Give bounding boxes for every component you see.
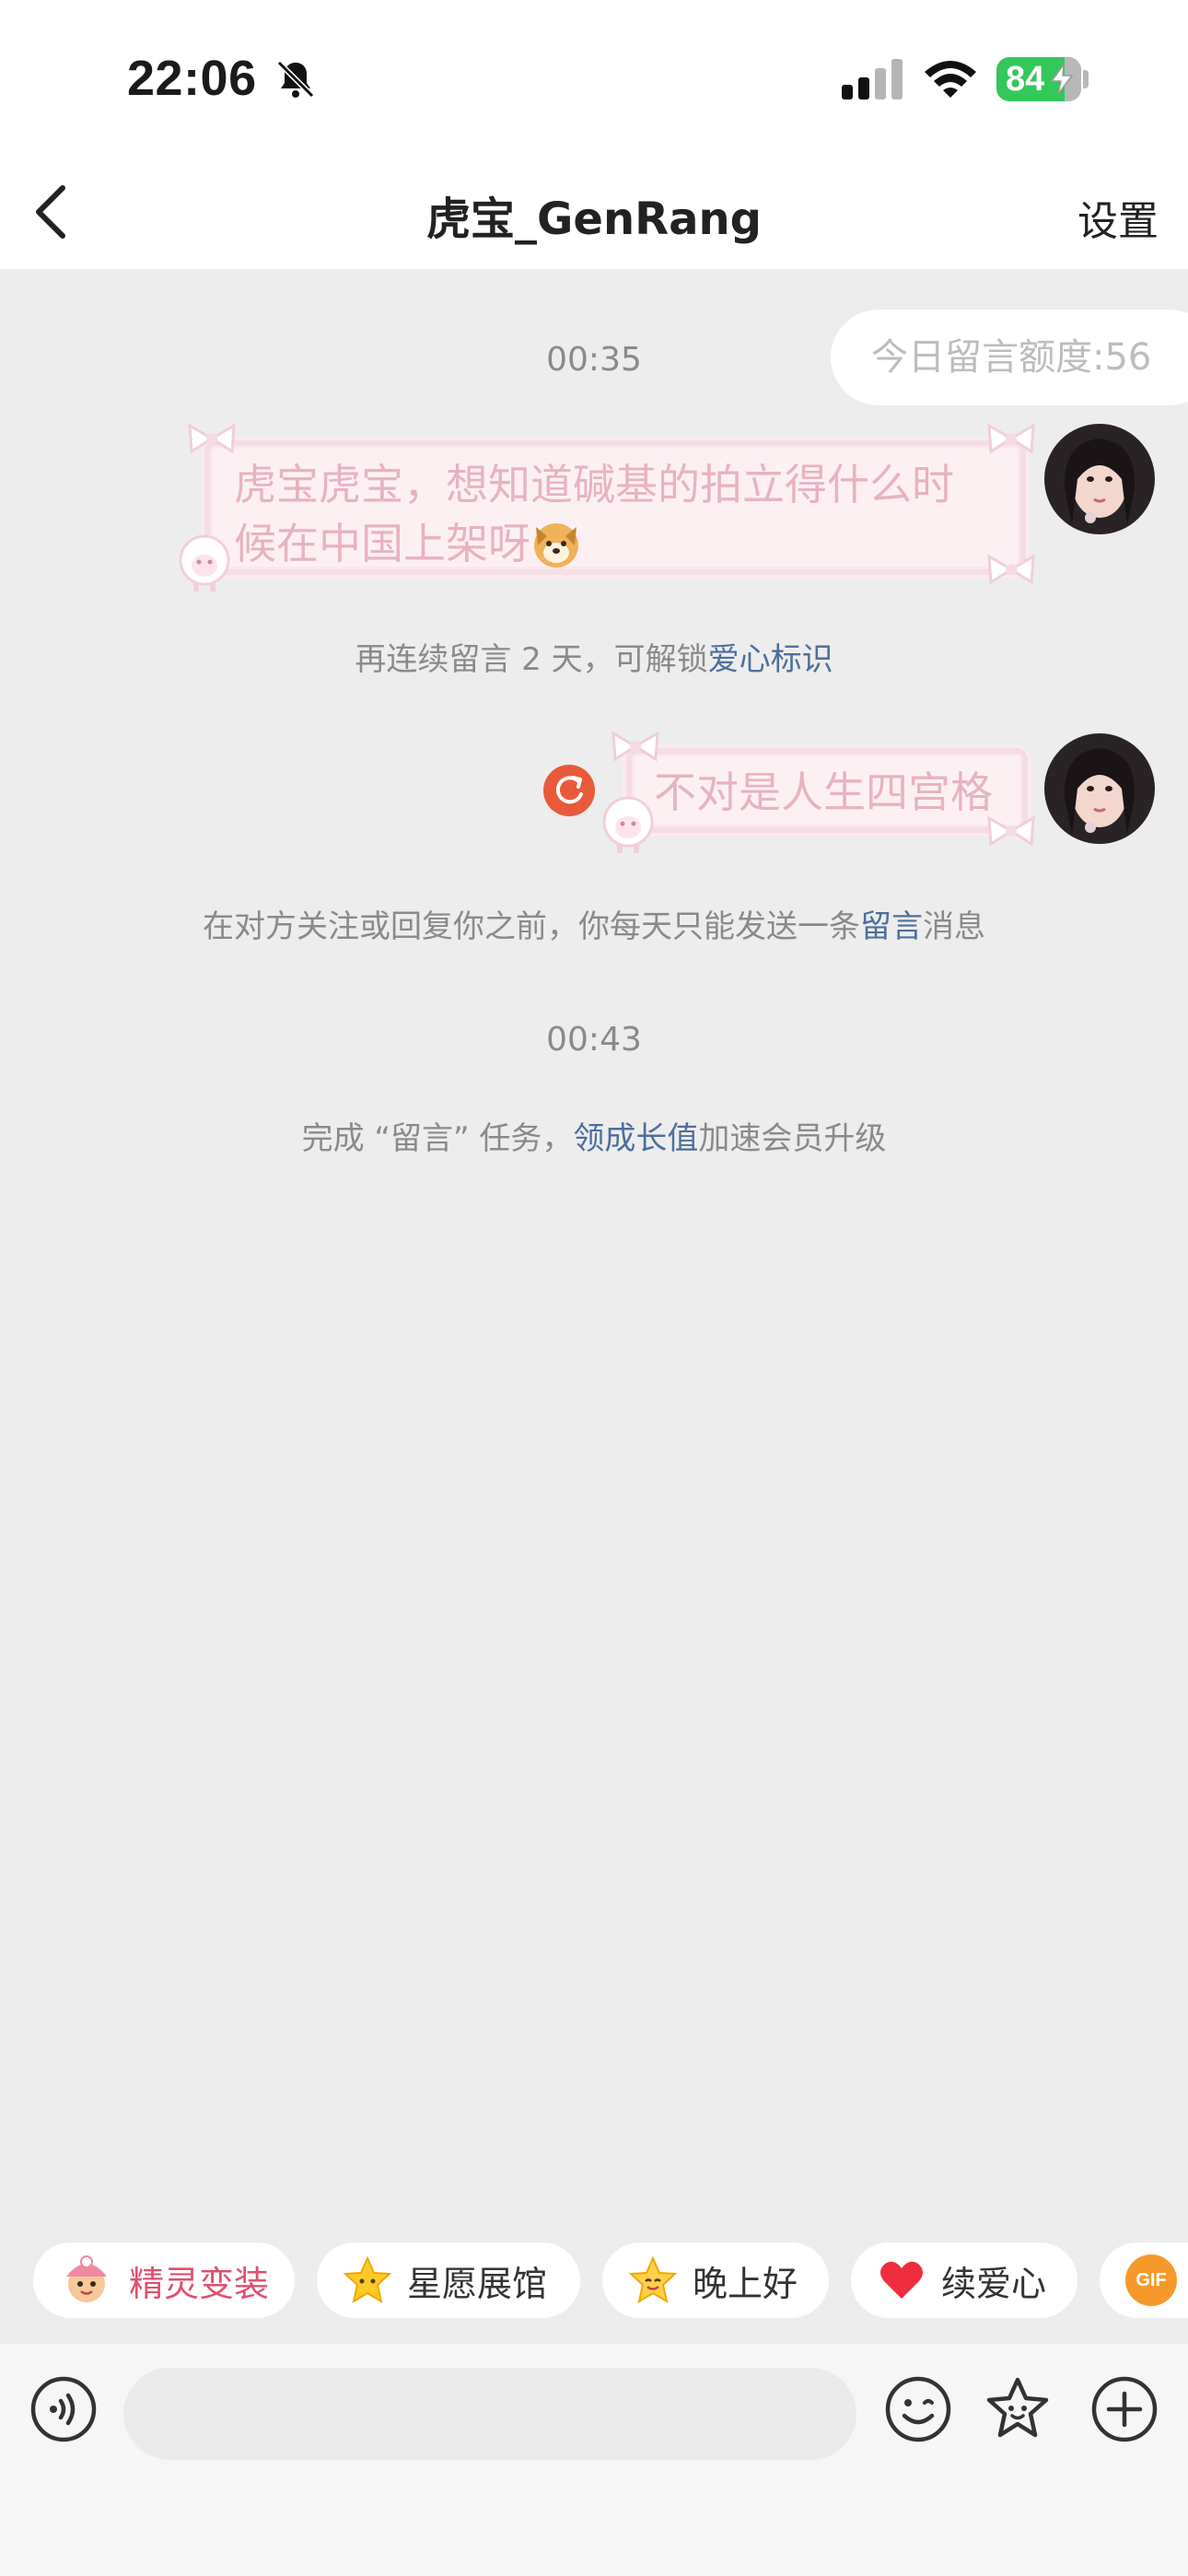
signal-icon bbox=[842, 59, 903, 100]
bow-decoration-icon bbox=[987, 815, 1035, 847]
avatar[interactable] bbox=[1044, 424, 1155, 534]
daily-limit-notice: 在对方关注或回复你之前，你每天只能发送一条留言消息 bbox=[0, 901, 1188, 946]
message-input[interactable] bbox=[123, 2368, 856, 2460]
chip-label: 精灵变装 bbox=[129, 2263, 270, 2304]
chip-label: 星愿展馆 bbox=[407, 2263, 548, 2304]
status-bar: 22:06 84 bbox=[0, 0, 1188, 157]
star-smile-icon bbox=[628, 2255, 678, 2304]
chip-sprite-dressup[interactable]: 精灵变装 bbox=[33, 2242, 295, 2318]
settings-button[interactable]: 设置 bbox=[1077, 188, 1159, 247]
bolt-icon bbox=[1050, 64, 1074, 94]
streak-notice: 再连续留言 2 天，可解锁爱心标识 bbox=[0, 634, 1188, 679]
status-time: 22:06 bbox=[127, 51, 257, 106]
nav-bar: 虎宝_GenRang 设置 bbox=[0, 157, 1188, 269]
timestamp: 00:35 bbox=[546, 341, 642, 379]
message-text: 不对是人生四宫格 bbox=[654, 767, 993, 817]
page-title: 虎宝_GenRang bbox=[425, 193, 762, 245]
bow-decoration-icon bbox=[987, 554, 1035, 585]
wifi-icon bbox=[925, 61, 976, 98]
message-text-line: 虎宝虎宝，想知道碱基的拍立得什么时 bbox=[234, 460, 954, 509]
task-notice: 完成 “留言” 任务，领成长值加速会员升级 bbox=[0, 1113, 1188, 1158]
battery-charging-icon: 84 bbox=[996, 57, 1081, 101]
bell-slash-icon bbox=[276, 60, 315, 99]
leave-message-link[interactable]: 留言 bbox=[860, 908, 923, 945]
bow-decoration-icon bbox=[611, 731, 659, 762]
claim-growth-link[interactable]: 领成长值 bbox=[573, 1120, 698, 1157]
avatar[interactable] bbox=[1044, 733, 1155, 844]
message-bubble[interactable]: 虎宝虎宝，想知道碱基的拍立得什么时 候在中国上架呀 bbox=[204, 440, 1026, 575]
bow-decoration-icon bbox=[188, 423, 236, 454]
resend-icon[interactable] bbox=[543, 765, 595, 816]
input-bar bbox=[0, 2344, 1188, 2576]
refresh-icon bbox=[555, 776, 583, 804]
plus-icon[interactable] bbox=[1090, 2375, 1159, 2443]
chip-gif[interactable]: GIF bbox=[1100, 2242, 1188, 2318]
message-bubble[interactable]: 不对是人生四宫格 bbox=[626, 748, 1028, 833]
star-icon bbox=[343, 2255, 392, 2304]
chip-label: 晚上好 bbox=[693, 2263, 798, 2304]
voice-icon[interactable] bbox=[29, 2375, 98, 2443]
chip-label: 续爱心 bbox=[941, 2263, 1047, 2304]
chip-renew-heart[interactable]: 续爱心 bbox=[851, 2242, 1077, 2318]
task-notice-suffix: 加速会员升级 bbox=[698, 1120, 887, 1157]
daily-limit-suffix: 消息 bbox=[923, 908, 985, 945]
chip-good-evening[interactable]: 晚上好 bbox=[602, 2242, 829, 2318]
sticker-star-icon[interactable] bbox=[984, 2375, 1052, 2443]
heart-icon bbox=[880, 2261, 923, 2299]
emoji-icon[interactable] bbox=[884, 2375, 952, 2443]
battery-level: 84 bbox=[1006, 59, 1045, 99]
dog-face-icon bbox=[534, 523, 578, 568]
chip-wish-gallery[interactable]: 星愿展馆 bbox=[317, 2242, 580, 2318]
timestamp: 00:43 bbox=[546, 1021, 642, 1059]
task-notice-text: 完成 “留言” 任务， bbox=[301, 1120, 574, 1157]
streak-notice-text: 再连续留言 2 天，可解锁 bbox=[355, 641, 708, 678]
daily-limit-text: 在对方关注或回复你之前，你每天只能发送一条 bbox=[203, 908, 860, 945]
sheep-decoration-icon bbox=[602, 796, 654, 853]
bow-decoration-icon bbox=[987, 423, 1035, 454]
gif-icon: GIF bbox=[1125, 2254, 1177, 2306]
heart-badge-link[interactable]: 爱心标识 bbox=[708, 641, 833, 678]
sheep-decoration-icon bbox=[179, 534, 230, 591]
message-text-line: 候在中国上架呀 bbox=[234, 519, 530, 568]
sprite-avatar-icon bbox=[66, 2255, 107, 2302]
quick-action-bar: 精灵变装 星愿展馆 晚上好 续爱心 GIF bbox=[0, 2242, 1188, 2320]
